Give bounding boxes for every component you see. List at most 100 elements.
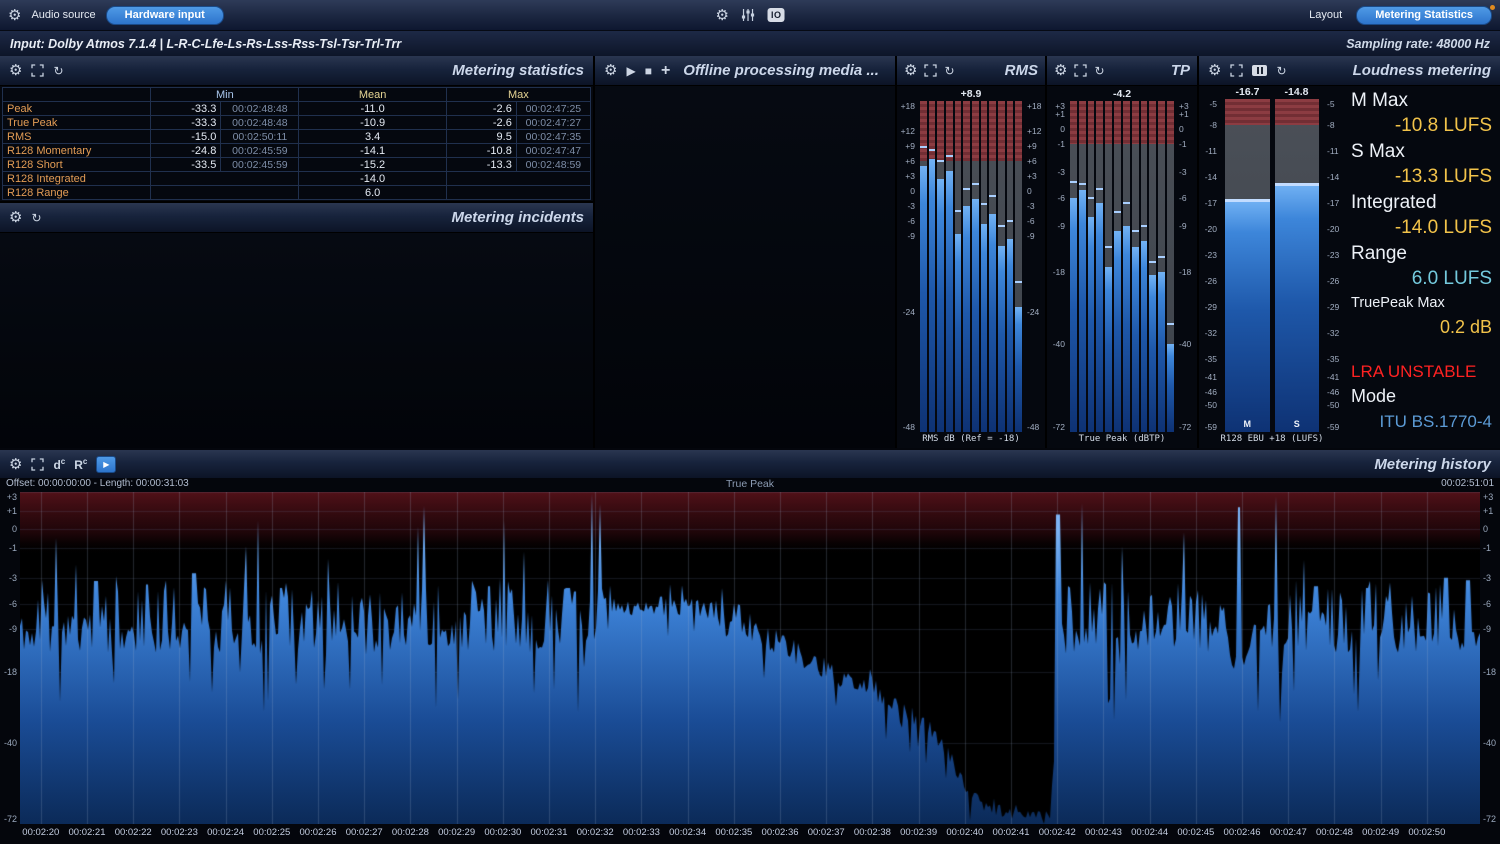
reset-icon[interactable]: ↻ (53, 65, 63, 77)
gear-icon[interactable]: ⚙ (9, 63, 22, 78)
loudness-meter: -16.7 -14.8 -5-8-11-14-17-20-23-26-29-32… (1199, 86, 1345, 448)
rms-panel-title: RMS (1005, 62, 1038, 79)
table-row: R128 Momentary-24.800:02:45:59-14.1-10.8… (3, 144, 591, 158)
reset-icon[interactable]: ↻ (944, 65, 954, 77)
reset-icon[interactable]: ↻ (31, 212, 41, 224)
meter-channel (989, 101, 996, 432)
history-panel-title: Metering history (1374, 456, 1491, 473)
meter-bar-fill (955, 234, 962, 432)
max-value: -13.3 (446, 158, 516, 172)
scale-tick-label: -46 (1327, 387, 1339, 397)
gear-icon[interactable]: ⚙ (1054, 63, 1067, 78)
peak-hold-marker (1096, 188, 1103, 190)
history-waveform[interactable] (20, 492, 1480, 824)
scale-tick-label: -1 (1483, 543, 1491, 553)
row-label: R128 Range (3, 186, 151, 200)
left-column: ⚙ ↻ Metering statistics Min Mean Max Pea… (0, 56, 593, 448)
reset-icon[interactable]: ↻ (1094, 65, 1104, 77)
meter-channel (1088, 101, 1095, 432)
min-value: -15.0 (151, 130, 221, 144)
gear-icon[interactable]: ⚙ (9, 457, 22, 472)
scale-tick-label: -3 (1179, 167, 1187, 177)
empty-cell (446, 186, 590, 200)
r128-scale-toggle-icon[interactable]: Rc (74, 457, 87, 472)
scale-tick-label: -32 (1327, 328, 1339, 338)
time-tick-label: 00:02:34 (669, 827, 706, 838)
layout-menu[interactable]: Layout (1309, 9, 1342, 21)
notification-dot (1490, 5, 1495, 10)
dc-scale-toggle-icon[interactable]: dc (53, 457, 65, 472)
history-panel-header: ⚙ dc Rc ▶ Metering history (0, 450, 1500, 478)
gear-icon[interactable]: ⚙ (8, 8, 21, 23)
hardware-input-button[interactable]: Hardware input (106, 6, 224, 25)
play-icon[interactable]: ▶ (626, 65, 635, 77)
meter-channel (972, 101, 979, 432)
meter-red-zone (1070, 101, 1077, 144)
fullscreen-icon[interactable] (1230, 64, 1243, 77)
incidents-empty-body (0, 233, 593, 448)
scale-tick-label: -29 (1327, 302, 1339, 312)
empty-cell (446, 172, 590, 186)
fullscreen-icon[interactable] (924, 64, 937, 77)
io-icon[interactable]: IO (768, 8, 785, 22)
fullscreen-icon[interactable] (1074, 64, 1087, 77)
m-max-label: M Max (1351, 88, 1492, 113)
meter-bar-fill (1096, 203, 1103, 432)
scale-tick-label: -6 (9, 599, 17, 609)
scale-tick-label: -18 (4, 667, 17, 677)
meter-channel: S (1275, 99, 1320, 432)
scale-tick-label: -35 (1327, 354, 1339, 364)
scale-tick-label: -20 (1205, 224, 1217, 234)
scale-tick-label: -24 (1027, 307, 1039, 317)
scale-tick-label: -6 (1179, 193, 1187, 203)
rms-meter-panel: ⚙ ↻ RMS +8.9 +18+12+9+6+30-3-6-9-24-48 +… (897, 56, 1045, 448)
incidents-panel-title: Metering incidents (451, 209, 584, 226)
history-end-time: 00:02:51:01 (1441, 478, 1494, 489)
fullscreen-icon[interactable] (31, 64, 44, 77)
scale-tick-label: -18 (1179, 267, 1191, 277)
offset-length-label: Offset: 00:00:00:00 - Length: 00:00:31:0… (6, 478, 189, 489)
truepeak-max-value: 0.2 dB (1351, 314, 1492, 340)
scale-tick-label: -24 (903, 307, 915, 317)
scale-tick-label: -9 (1483, 624, 1491, 634)
gear-icon[interactable]: ⚙ (604, 63, 617, 78)
pause-icon[interactable] (1252, 65, 1267, 76)
meter-channel (1123, 101, 1130, 432)
fullscreen-icon[interactable] (31, 458, 44, 471)
meter-bar-fill (920, 166, 927, 432)
mean-value: -15.2 (299, 158, 446, 172)
scale-tick-label: 0 (910, 186, 915, 196)
loudness-readout-column: M Max -10.8 LUFS S Max -13.3 LUFS Integr… (1345, 86, 1500, 448)
metering-statistics-button[interactable]: Metering Statistics (1356, 6, 1492, 25)
settings-gear-icon[interactable]: ⚙ (716, 8, 729, 23)
time-tick-label: 00:02:26 (300, 827, 337, 838)
meter-channel (920, 101, 927, 432)
meter-red-zone (1141, 101, 1148, 144)
peak-hold-marker (963, 188, 970, 190)
history-play-button[interactable]: ▶ (96, 456, 116, 473)
reset-icon[interactable]: ↻ (1276, 65, 1286, 77)
scale-tick-label: -50 (1205, 400, 1217, 410)
meter-red-zone (1096, 101, 1103, 144)
empty-cell (151, 172, 299, 186)
time-tick-label: 00:02:50 (1408, 827, 1445, 838)
meter-bar-fill (1015, 307, 1022, 432)
peak-hold-marker (1007, 220, 1014, 222)
loudness-bars: MS (1220, 99, 1324, 432)
mean-value: -10.9 (299, 116, 446, 130)
mode-label: Mode (1351, 384, 1492, 409)
meter-red-zone (1225, 99, 1270, 125)
gear-icon[interactable]: ⚙ (904, 63, 917, 78)
scale-tick-label: +12 (901, 126, 915, 136)
row-label: R128 Momentary (3, 144, 151, 158)
gear-icon[interactable]: ⚙ (1208, 63, 1221, 78)
mixer-sliders-icon[interactable] (741, 8, 756, 22)
time-tick-label: 00:02:43 (1085, 827, 1122, 838)
add-media-icon[interactable]: + (661, 63, 670, 79)
integrated-value: -14.0 LUFS (1351, 215, 1492, 241)
loudness-body: -16.7 -14.8 -5-8-11-14-17-20-23-26-29-32… (1199, 86, 1500, 448)
metering-statistics-panel: ⚙ ↻ Metering statistics Min Mean Max Pea… (0, 56, 593, 201)
top-bar-center: ⚙ IO (716, 8, 785, 23)
gear-icon[interactable]: ⚙ (9, 210, 22, 225)
stop-icon[interactable]: ■ (645, 65, 652, 77)
